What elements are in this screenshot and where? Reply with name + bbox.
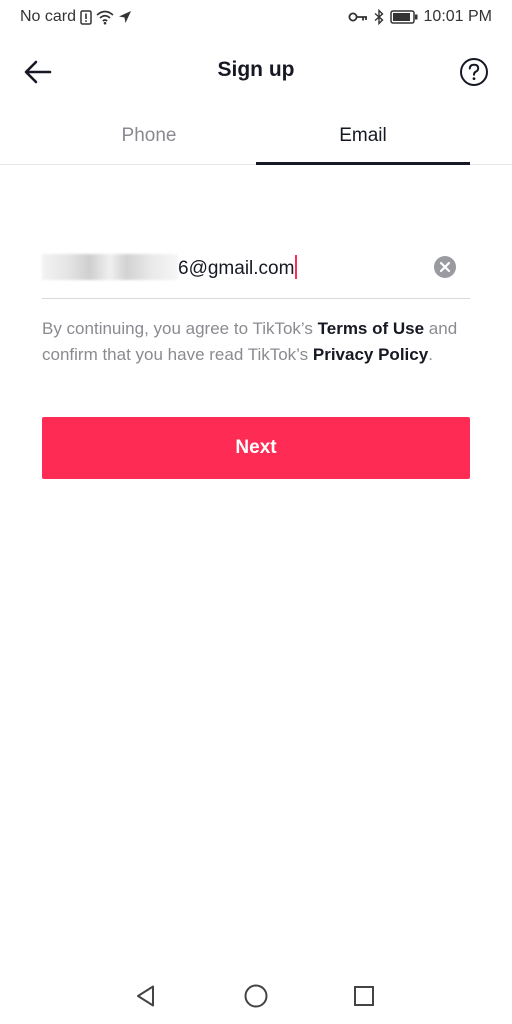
status-bar: No card 10:01 PM [0,0,512,36]
signup-method-tabs: Phone Email [0,110,512,165]
clear-input-button[interactable] [434,256,456,278]
privacy-policy-link[interactable]: Privacy Policy [313,345,428,364]
tab-selected-indicator [256,162,470,165]
status-right: 10:01 PM [348,8,492,26]
system-nav-bar [0,966,512,1024]
clock-text: 10:01 PM [423,8,492,25]
page-title: Sign up [217,58,295,81]
email-field[interactable]: 6@gmail.com [42,236,470,299]
bluetooth-icon [374,9,384,25]
email-visible-suffix: 6@gmail.com [178,258,295,279]
key-icon [348,11,368,23]
location-arrow-icon [118,10,132,24]
battery-icon [389,10,418,24]
sim-alert-icon [80,9,92,25]
header: Sign up [0,44,512,100]
status-left: No card [20,8,132,26]
square-recent-icon [354,986,374,1006]
terms-prefix: By continuing, you agree to TikTok’s [42,319,318,338]
nav-recents-button[interactable] [350,982,378,1010]
help-button[interactable] [458,56,490,88]
triangle-back-icon [137,985,154,1007]
question-circle-icon [460,58,488,86]
signup-screen: No card 10:01 PM Sign up Phone Email 6@g… [0,0,512,1024]
next-button[interactable]: Next [42,417,470,479]
nav-back-button[interactable] [132,982,160,1010]
tab-email[interactable]: Email [256,110,470,164]
email-input-value[interactable]: 6@gmail.com [42,254,298,280]
wifi-icon [96,10,114,25]
nav-home-button[interactable] [242,982,270,1010]
email-redacted-segment [42,254,178,280]
circle-home-icon [244,984,268,1008]
terms-notice: By continuing, you agree to TikTok’s Ter… [42,316,470,368]
clear-circle-icon [439,261,451,273]
terms-of-use-link[interactable]: Terms of Use [318,319,424,338]
terms-suffix: . [428,345,433,364]
text-cursor [295,255,298,279]
tab-phone[interactable]: Phone [42,110,256,164]
carrier-text: No card [20,8,77,25]
